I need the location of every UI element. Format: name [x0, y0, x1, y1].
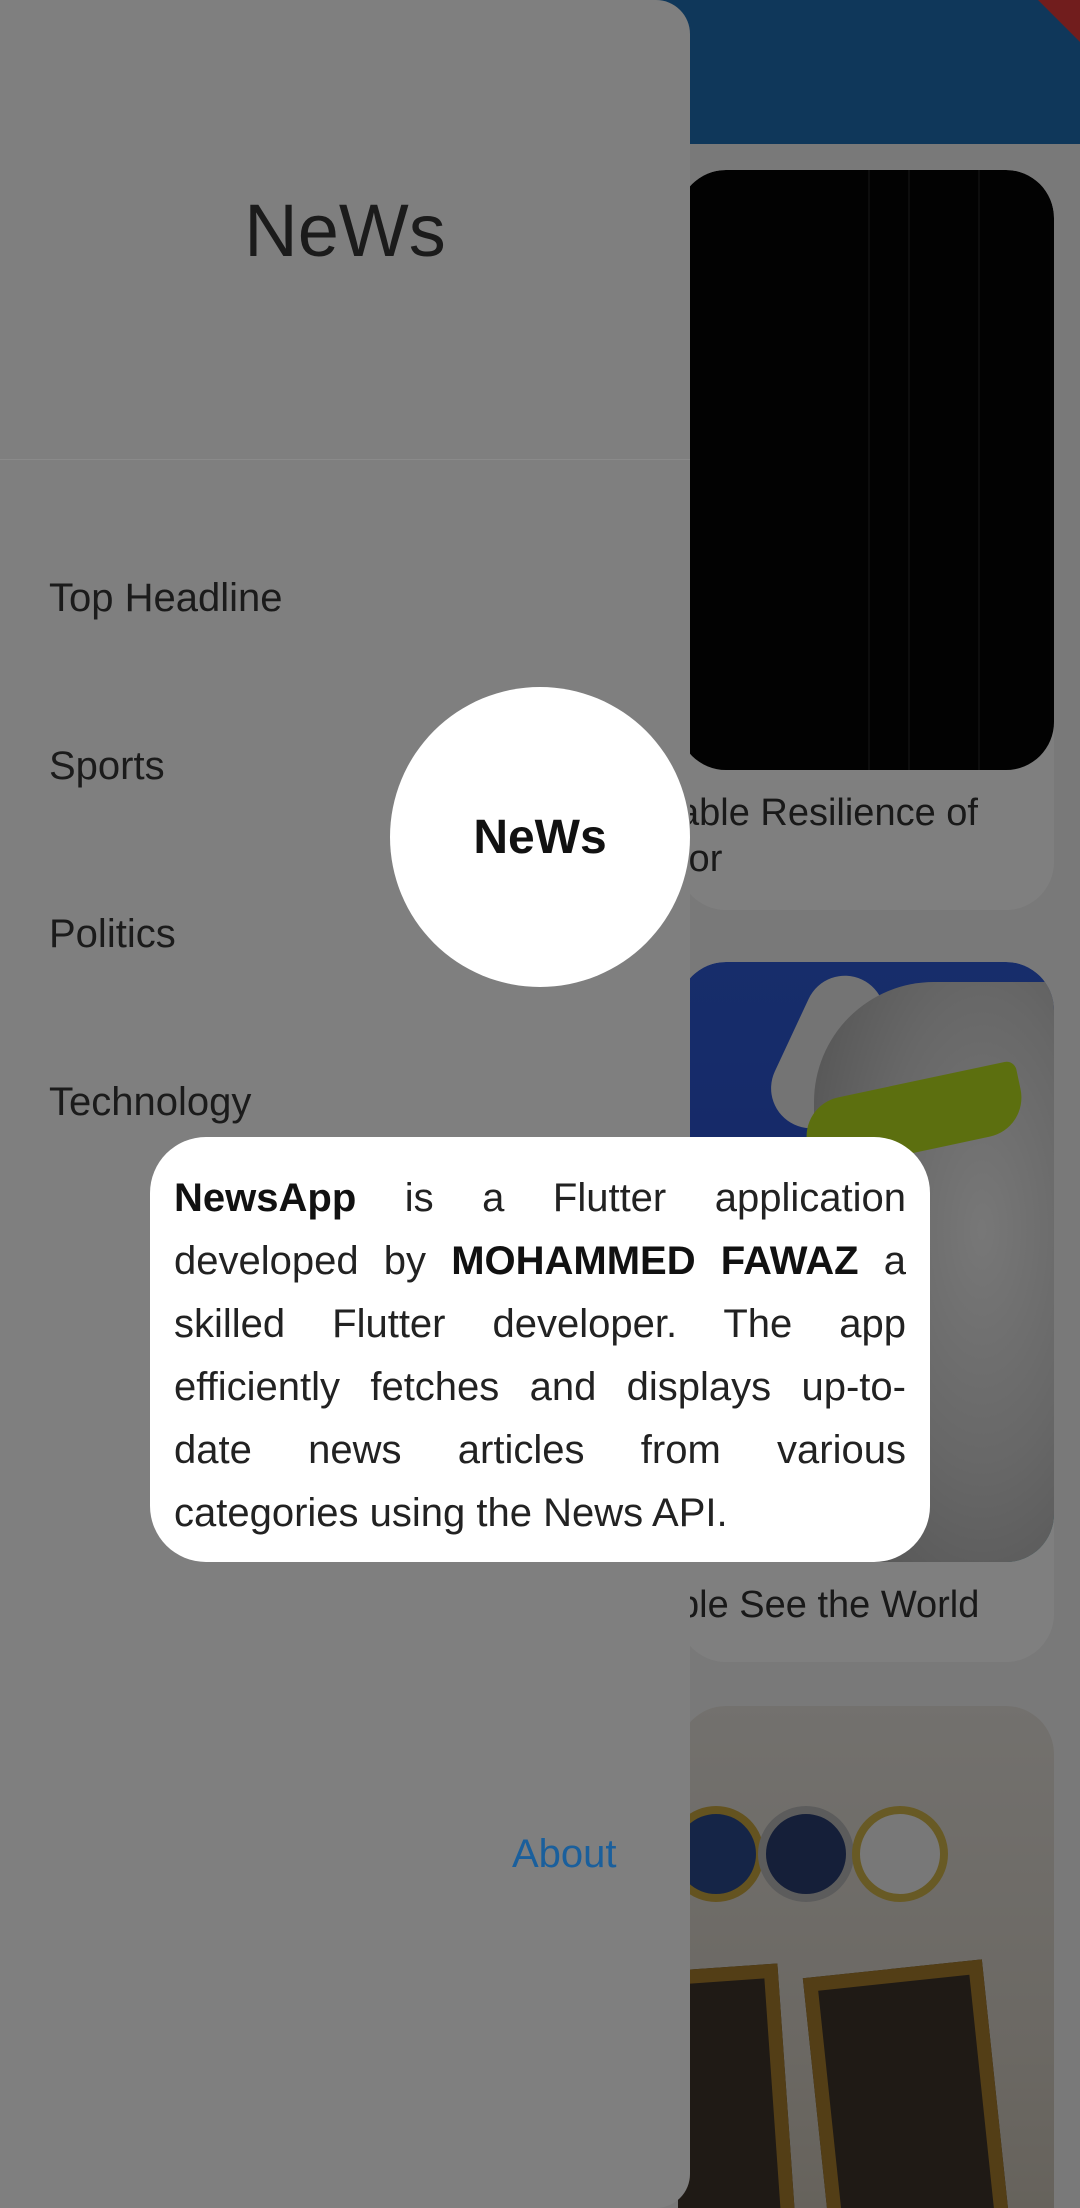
about-dialog: NewsApp is a Flutter application develop… [150, 1137, 930, 1562]
navigation-drawer: NeWs Top Headline Sports Politics Techno… [0, 0, 690, 2208]
about-logo-text: NeWs [473, 810, 607, 864]
drawer-header: NeWs [0, 0, 690, 460]
drawer-title: NeWs [244, 189, 446, 272]
about-button[interactable]: About [512, 1832, 617, 1877]
menu-item-top-headline[interactable]: Top Headline [49, 574, 283, 622]
menu-item-politics[interactable]: Politics [49, 910, 176, 958]
menu-item-sports[interactable]: Sports [49, 742, 165, 790]
about-logo: NeWs [390, 687, 690, 987]
app-name: NewsApp [174, 1176, 357, 1220]
developer-name: MOHAMMED FAWAZ [451, 1239, 859, 1283]
about-description: NewsApp is a Flutter application develop… [174, 1176, 906, 1535]
menu-item-technology[interactable]: Technology [49, 1078, 251, 1126]
